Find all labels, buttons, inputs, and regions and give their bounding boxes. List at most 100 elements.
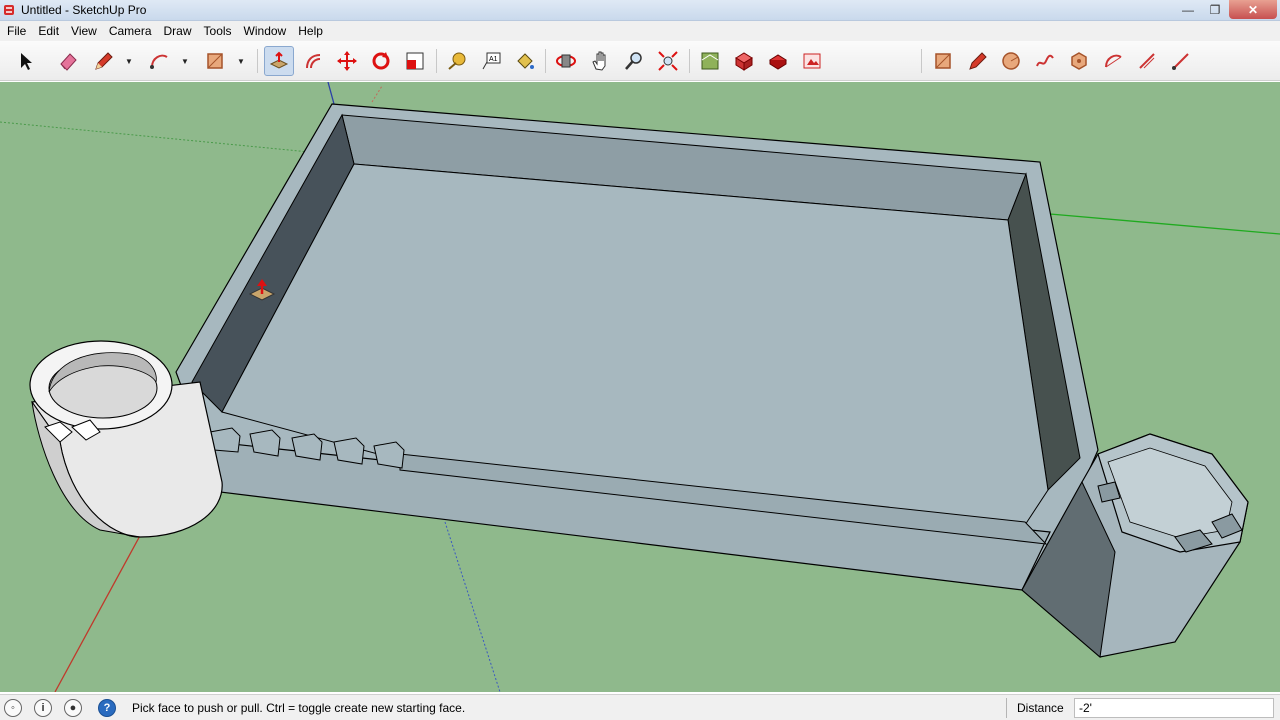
chevron-down-icon[interactable]: ▼	[236, 57, 246, 67]
rotate-tool-button[interactable]	[366, 46, 396, 76]
green-axis	[1049, 213, 1280, 235]
paint-bucket-icon	[517, 53, 534, 69]
polygon-icon	[1071, 52, 1087, 70]
layout-icon	[803, 53, 821, 69]
sketchy-line-button[interactable]	[962, 46, 992, 76]
text-icon: A1	[482, 52, 501, 70]
minimize-button[interactable]: —	[1173, 0, 1203, 19]
red-axis	[371, 85, 383, 103]
menu-edit[interactable]: Edit	[32, 21, 65, 41]
rectangle-icon	[207, 53, 223, 69]
sketchy-rectangle-button[interactable]	[928, 46, 958, 76]
warehouse-button[interactable]	[695, 46, 725, 76]
menu-help[interactable]: Help	[292, 21, 329, 41]
freehand-icon	[1036, 54, 1054, 67]
model-scene[interactable]	[0, 82, 1280, 692]
segment-icon	[1172, 53, 1189, 70]
toolbar: ▼ ▼ ▼ A1	[0, 41, 1280, 81]
svg-text:A1: A1	[489, 56, 498, 63]
credits-icon[interactable]: i	[34, 699, 52, 717]
tape-measure-icon	[448, 52, 466, 70]
maximize-button[interactable]: ❐	[1203, 0, 1227, 19]
blue-axis	[444, 521, 501, 692]
pan-tool-button[interactable]	[585, 46, 615, 76]
offset-tool-button[interactable]	[298, 46, 328, 76]
text-tool-button[interactable]: A1	[476, 46, 506, 76]
zoom-extents-tool-button[interactable]	[653, 46, 683, 76]
toolbar-separator	[689, 49, 690, 73]
status-divider	[1006, 698, 1007, 718]
tape-measure-tool-button[interactable]	[442, 46, 472, 76]
sketchy-arc-button[interactable]	[1098, 46, 1128, 76]
layout-button[interactable]	[797, 46, 827, 76]
sketchy-edit-button[interactable]	[1132, 46, 1162, 76]
rectangle-tool-button[interactable]	[200, 46, 230, 76]
rectangle-icon	[935, 53, 951, 69]
status-bar: ◦ i ● ? Pick face to push or pull. Ctrl …	[0, 694, 1280, 720]
sketchy-segment-button[interactable]	[1166, 46, 1196, 76]
paint-bucket-tool-button[interactable]	[510, 46, 540, 76]
eraser-icon	[60, 53, 77, 71]
toolbar-separator	[436, 49, 437, 73]
extension-warehouse-icon	[769, 54, 787, 70]
green-axis	[0, 121, 331, 155]
drawing-viewport[interactable]	[0, 82, 1280, 692]
push-pull-icon	[269, 51, 289, 69]
toolbar-separator	[257, 49, 258, 73]
title-bar: Untitled - SketchUp Pro — ❐ ✕	[0, 0, 1280, 21]
measurements-input[interactable]: -2'	[1074, 698, 1274, 718]
pan-hand-icon	[592, 51, 606, 71]
red-axis	[54, 531, 143, 692]
sketchy-circle-button[interactable]	[996, 46, 1026, 76]
components-button[interactable]	[729, 46, 759, 76]
warehouse-icon	[701, 52, 719, 70]
sketchy-freehand-button[interactable]	[1030, 46, 1060, 76]
scale-tool-button[interactable]	[400, 46, 430, 76]
status-hint-text: Pick face to push or pull. Ctrl = toggle…	[132, 701, 466, 715]
pencil-icon	[95, 52, 113, 70]
sketchy-polygon-button[interactable]	[1064, 46, 1094, 76]
zoom-extents-icon	[658, 51, 678, 71]
circle-icon	[1002, 52, 1020, 70]
sketchup-logo-icon	[4, 5, 14, 15]
rotate-icon	[372, 52, 390, 70]
measurements-label: Distance	[1017, 701, 1064, 715]
menu-tools[interactable]: Tools	[198, 21, 238, 41]
help-icon[interactable]: ?	[98, 699, 116, 717]
components-icon	[735, 52, 753, 71]
blue-axis	[327, 82, 335, 105]
menu-camera[interactable]: Camera	[103, 21, 158, 41]
select-tool-button[interactable]	[11, 46, 41, 76]
move-icon	[337, 51, 357, 71]
arc-icon	[150, 54, 168, 69]
menu-view[interactable]: View	[65, 21, 103, 41]
arc-icon	[1105, 54, 1122, 68]
close-button[interactable]: ✕	[1229, 0, 1277, 19]
push-pull-tool-button[interactable]	[264, 46, 294, 76]
extension-warehouse-button[interactable]	[763, 46, 793, 76]
toolbar-separator	[545, 49, 546, 73]
user-account-icon[interactable]: ●	[64, 699, 82, 717]
pencil-icon	[969, 52, 987, 70]
geo-location-icon[interactable]: ◦	[4, 699, 22, 717]
offset-icon	[306, 54, 321, 69]
window-title: Untitled - SketchUp Pro	[21, 3, 147, 17]
line-tool-button[interactable]	[88, 46, 118, 76]
select-arrow-icon	[21, 53, 32, 70]
menu-file[interactable]: File	[1, 21, 32, 41]
arc-tool-button[interactable]	[144, 46, 174, 76]
menu-bar: File Edit View Camera Draw Tools Window …	[0, 21, 1280, 41]
chevron-down-icon[interactable]: ▼	[124, 57, 134, 67]
zoom-icon	[625, 52, 642, 70]
orbit-tool-button[interactable]	[551, 46, 581, 76]
move-tool-button[interactable]	[332, 46, 362, 76]
menu-window[interactable]: Window	[238, 21, 293, 41]
eraser-tool-button[interactable]	[53, 46, 83, 76]
menu-draw[interactable]: Draw	[158, 21, 198, 41]
toolbar-separator	[921, 49, 922, 73]
chevron-down-icon[interactable]: ▼	[180, 57, 190, 67]
scale-icon	[406, 52, 424, 70]
edit-icon	[1139, 53, 1155, 69]
orbit-icon	[556, 54, 576, 68]
zoom-tool-button[interactable]	[619, 46, 649, 76]
